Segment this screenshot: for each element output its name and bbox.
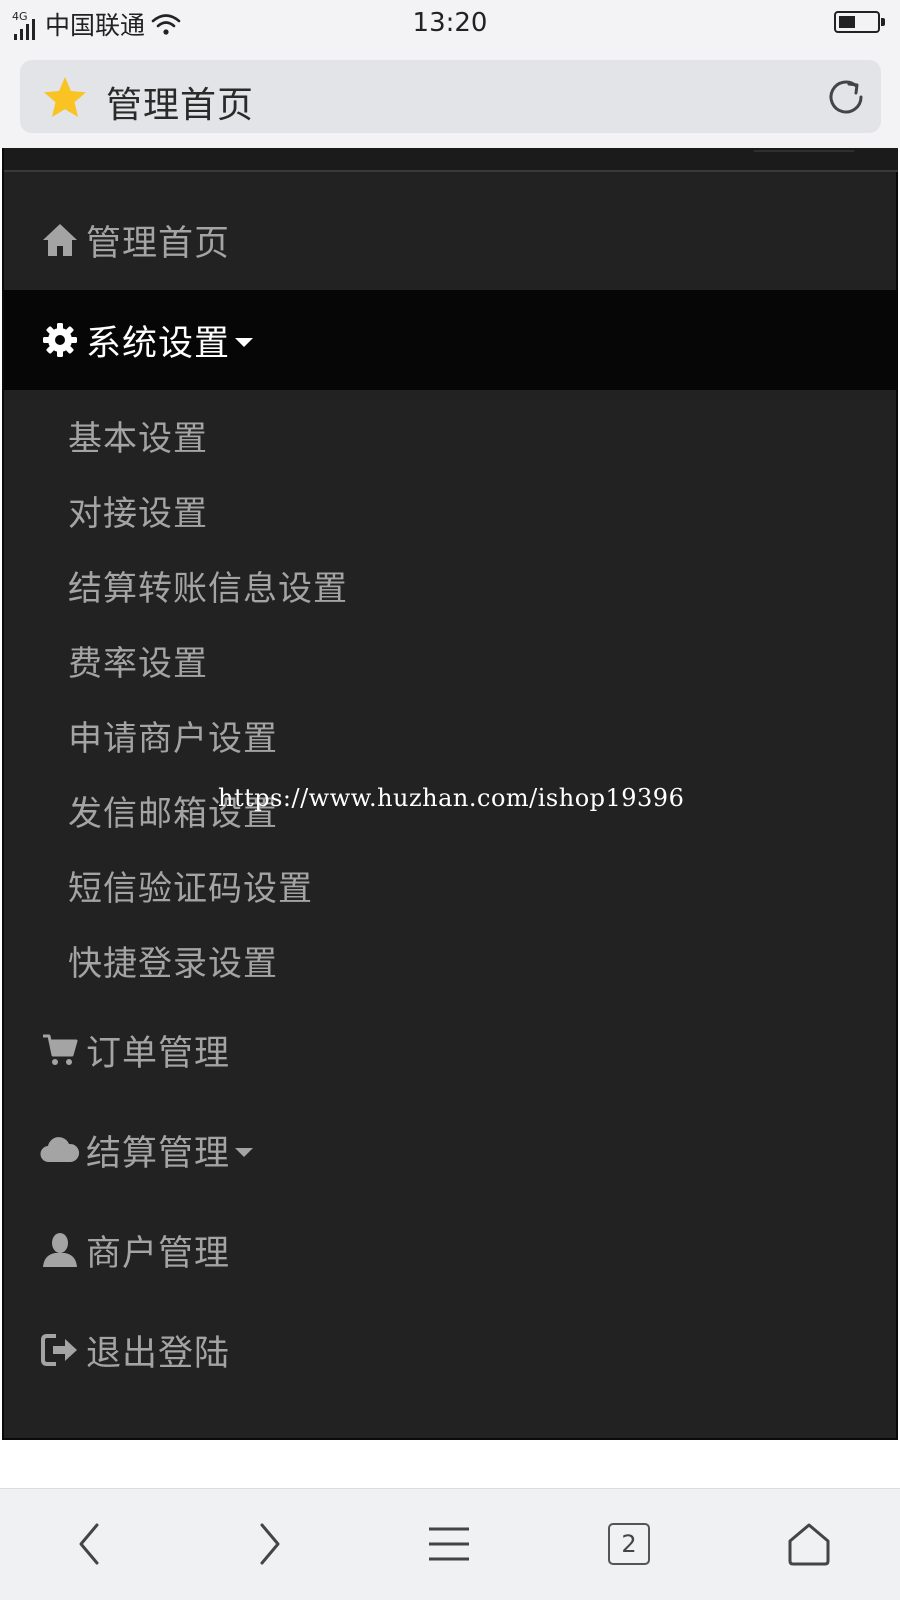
chevron-left-icon [79,1523,99,1565]
menu-item-label: 商户管理 [86,1233,231,1274]
status-bar: 4G 中国联通 13:20 [0,0,900,48]
chevron-right-icon [260,1523,280,1565]
menu-item-logout[interactable]: 退出登陆 [4,1300,898,1400]
battery-icon [834,11,885,33]
home-outline-icon [788,1523,830,1566]
logout-icon [40,1330,80,1370]
submenu-label: 结算转账信息设置 [68,569,348,609]
browser-address-area: 管理首页 [0,48,900,148]
watermark-text: https://www.huzhan.com/ishop19396 [218,784,685,812]
page-title: 管理首页 [106,85,255,126]
menu-top-strip [4,148,898,172]
forward-button[interactable] [244,1519,294,1569]
bookmark-star-icon[interactable] [42,74,88,120]
menu-item-label: 管理首页 [86,223,231,264]
menu-item-label: 系统设置 [86,323,231,364]
browser-toolbar: 2 [0,1488,900,1600]
address-bar[interactable]: 管理首页 [20,60,881,133]
menu-item-merchants[interactable]: 商户管理 [4,1200,898,1300]
submenu-item-rate-settings[interactable]: 费率设置 [4,623,898,698]
menu-item-settlement[interactable]: 结算管理 [4,1100,898,1200]
menu-item-label: 结算管理 [86,1133,231,1174]
submenu-label: 申请商户设置 [68,719,278,759]
cart-icon [40,1030,80,1070]
user-icon [40,1230,80,1270]
cloud-icon [40,1130,80,1170]
chevron-down-icon [235,337,254,347]
menu-item-system-settings[interactable]: 系统设置 [4,290,898,390]
menu-item-label: 退出登陆 [86,1333,231,1374]
submenu-label: 费率设置 [68,644,208,684]
submenu-item-merchant-application-settings[interactable]: 申请商户设置 [4,698,898,773]
back-button[interactable] [65,1519,115,1569]
home-button[interactable] [784,1519,834,1569]
menu-item-label: 订单管理 [86,1033,231,1074]
submenu-item-settlement-transfer-settings[interactable]: 结算转账信息设置 [4,548,898,623]
submenu-item-sms-code-settings[interactable]: 短信验证码设置 [4,848,898,923]
reload-icon[interactable] [825,76,867,118]
submenu-item-integration-settings[interactable]: 对接设置 [4,473,898,548]
status-time: 13:20 [412,8,488,38]
battery-level [839,16,855,28]
tabs-count-badge: 2 [608,1523,650,1565]
submenu-label: 对接设置 [68,494,208,534]
submenu-label: 快捷登录设置 [68,944,278,984]
submenu-item-basic-settings[interactable]: 基本设置 [4,398,898,473]
submenu-label: 基本设置 [68,419,208,459]
submenu-item-quick-login-settings[interactable]: 快捷登录设置 [4,923,898,998]
chevron-down-icon [235,1147,254,1157]
gear-icon [40,320,80,360]
menu-item-orders[interactable]: 订单管理 [4,1000,898,1100]
home-icon [40,220,80,260]
tabs-button[interactable]: 2 [604,1519,654,1569]
hamburger-icon [429,1527,469,1561]
menu-button[interactable] [424,1519,474,1569]
submenu-label: 短信验证码设置 [68,869,313,909]
menu-item-dashboard[interactable]: 管理首页 [4,190,898,290]
